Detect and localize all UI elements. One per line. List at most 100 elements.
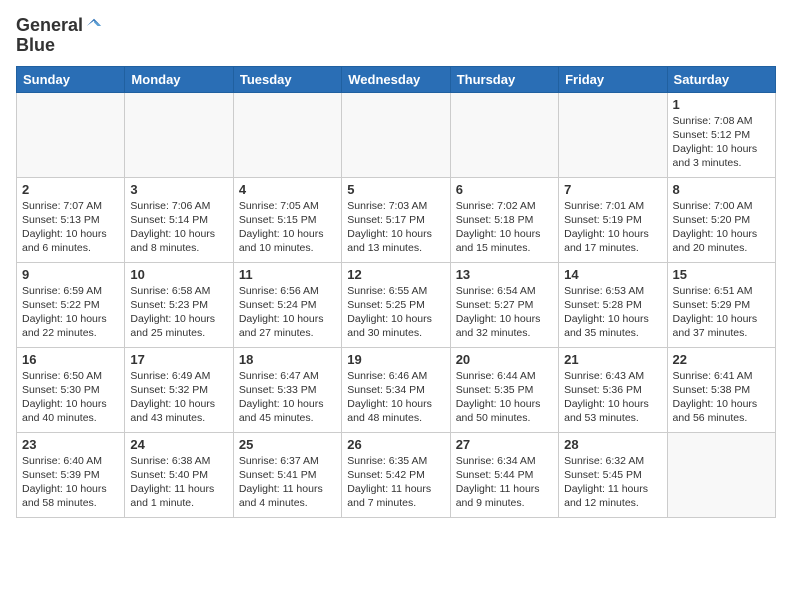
calendar-cell — [233, 92, 341, 177]
day-info: Sunrise: 7:02 AM Sunset: 5:18 PM Dayligh… — [456, 199, 553, 256]
day-info: Sunrise: 6:44 AM Sunset: 5:35 PM Dayligh… — [456, 369, 553, 426]
weekday-header-row: SundayMondayTuesdayWednesdayThursdayFrid… — [17, 66, 776, 92]
day-number: 16 — [22, 352, 119, 367]
calendar-week-4: 16 Sunrise: 6:50 AM Sunset: 5:30 PM Dayli… — [17, 347, 776, 432]
calendar-cell — [342, 92, 450, 177]
calendar-cell — [667, 432, 775, 517]
calendar-cell: 2 Sunrise: 7:07 AM Sunset: 5:13 PM Daylig… — [17, 177, 125, 262]
calendar-cell: 6 Sunrise: 7:02 AM Sunset: 5:18 PM Daylig… — [450, 177, 558, 262]
day-info: Sunrise: 6:43 AM Sunset: 5:36 PM Dayligh… — [564, 369, 661, 426]
calendar-cell — [17, 92, 125, 177]
day-number: 13 — [456, 267, 553, 282]
day-number: 27 — [456, 437, 553, 452]
weekday-header-friday: Friday — [559, 66, 667, 92]
calendar-cell: 3 Sunrise: 7:06 AM Sunset: 5:14 PM Daylig… — [125, 177, 233, 262]
day-number: 19 — [347, 352, 444, 367]
calendar-cell: 13 Sunrise: 6:54 AM Sunset: 5:27 PM Dayli… — [450, 262, 558, 347]
day-number: 18 — [239, 352, 336, 367]
logo-icon — [85, 17, 103, 35]
day-info: Sunrise: 6:47 AM Sunset: 5:33 PM Dayligh… — [239, 369, 336, 426]
day-number: 23 — [22, 437, 119, 452]
weekday-header-saturday: Saturday — [667, 66, 775, 92]
day-info: Sunrise: 6:49 AM Sunset: 5:32 PM Dayligh… — [130, 369, 227, 426]
weekday-header-sunday: Sunday — [17, 66, 125, 92]
calendar-week-1: 1 Sunrise: 7:08 AM Sunset: 5:12 PM Daylig… — [17, 92, 776, 177]
day-number: 2 — [22, 182, 119, 197]
day-number: 21 — [564, 352, 661, 367]
day-number: 24 — [130, 437, 227, 452]
calendar-cell: 19 Sunrise: 6:46 AM Sunset: 5:34 PM Dayli… — [342, 347, 450, 432]
day-info: Sunrise: 6:54 AM Sunset: 5:27 PM Dayligh… — [456, 284, 553, 341]
day-info: Sunrise: 6:34 AM Sunset: 5:44 PM Dayligh… — [456, 454, 553, 511]
calendar-cell: 15 Sunrise: 6:51 AM Sunset: 5:29 PM Dayli… — [667, 262, 775, 347]
day-info: Sunrise: 6:38 AM Sunset: 5:40 PM Dayligh… — [130, 454, 227, 511]
day-info: Sunrise: 6:59 AM Sunset: 5:22 PM Dayligh… — [22, 284, 119, 341]
day-number: 9 — [22, 267, 119, 282]
calendar-cell: 1 Sunrise: 7:08 AM Sunset: 5:12 PM Daylig… — [667, 92, 775, 177]
calendar-cell: 5Sunrise: 7:03 AM Sunset: 5:17 PM Daylig… — [342, 177, 450, 262]
calendar-cell: 7 Sunrise: 7:01 AM Sunset: 5:19 PM Daylig… — [559, 177, 667, 262]
calendar-table: SundayMondayTuesdayWednesdayThursdayFrid… — [16, 66, 776, 518]
calendar-cell: 18 Sunrise: 6:47 AM Sunset: 5:33 PM Dayli… — [233, 347, 341, 432]
calendar-cell: 8 Sunrise: 7:00 AM Sunset: 5:20 PM Daylig… — [667, 177, 775, 262]
calendar-cell: 22 Sunrise: 6:41 AM Sunset: 5:38 PM Dayli… — [667, 347, 775, 432]
logo: General Blue — [16, 16, 103, 56]
day-number: 11 — [239, 267, 336, 282]
day-info: Sunrise: 6:46 AM Sunset: 5:34 PM Dayligh… — [347, 369, 444, 426]
day-info: Sunrise: 6:41 AM Sunset: 5:38 PM Dayligh… — [673, 369, 770, 426]
calendar-cell: 25 Sunrise: 6:37 AM Sunset: 5:41 PM Dayli… — [233, 432, 341, 517]
day-number: 25 — [239, 437, 336, 452]
calendar-cell: 21 Sunrise: 6:43 AM Sunset: 5:36 PM Dayli… — [559, 347, 667, 432]
day-number: 15 — [673, 267, 770, 282]
calendar-week-3: 9 Sunrise: 6:59 AM Sunset: 5:22 PM Daylig… — [17, 262, 776, 347]
day-info: Sunrise: 6:50 AM Sunset: 5:30 PM Dayligh… — [22, 369, 119, 426]
day-info: Sunrise: 6:53 AM Sunset: 5:28 PM Dayligh… — [564, 284, 661, 341]
calendar-cell: 20 Sunrise: 6:44 AM Sunset: 5:35 PM Dayli… — [450, 347, 558, 432]
day-number: 20 — [456, 352, 553, 367]
day-info: Sunrise: 7:01 AM Sunset: 5:19 PM Dayligh… — [564, 199, 661, 256]
calendar-cell: 24 Sunrise: 6:38 AM Sunset: 5:40 PM Dayli… — [125, 432, 233, 517]
calendar-cell: 16 Sunrise: 6:50 AM Sunset: 5:30 PM Dayli… — [17, 347, 125, 432]
logo-blue: Blue — [16, 36, 55, 56]
day-number: 22 — [673, 352, 770, 367]
calendar-cell: 12Sunrise: 6:55 AM Sunset: 5:25 PM Dayli… — [342, 262, 450, 347]
day-number: 5 — [347, 182, 444, 197]
day-number: 28 — [564, 437, 661, 452]
day-info: Sunrise: 6:32 AM Sunset: 5:45 PM Dayligh… — [564, 454, 661, 511]
day-number: 17 — [130, 352, 227, 367]
day-info: Sunrise: 6:51 AM Sunset: 5:29 PM Dayligh… — [673, 284, 770, 341]
day-info: Sunrise: 7:07 AM Sunset: 5:13 PM Dayligh… — [22, 199, 119, 256]
calendar-week-5: 23 Sunrise: 6:40 AM Sunset: 5:39 PM Dayli… — [17, 432, 776, 517]
day-info: Sunrise: 6:40 AM Sunset: 5:39 PM Dayligh… — [22, 454, 119, 511]
calendar-cell: 26 Sunrise: 6:35 AM Sunset: 5:42 PM Dayli… — [342, 432, 450, 517]
calendar-week-2: 2 Sunrise: 7:07 AM Sunset: 5:13 PM Daylig… — [17, 177, 776, 262]
day-number: 1 — [673, 97, 770, 112]
day-number: 4 — [239, 182, 336, 197]
calendar-cell — [125, 92, 233, 177]
day-number: 12 — [347, 267, 444, 282]
calendar-cell: 10 Sunrise: 6:58 AM Sunset: 5:23 PM Dayli… — [125, 262, 233, 347]
day-info: Sunrise: 6:56 AM Sunset: 5:24 PM Dayligh… — [239, 284, 336, 341]
weekday-header-thursday: Thursday — [450, 66, 558, 92]
day-info: Sunrise: 7:06 AM Sunset: 5:14 PM Dayligh… — [130, 199, 227, 256]
day-number: 6 — [456, 182, 553, 197]
day-info: Sunrise: 7:00 AM Sunset: 5:20 PM Dayligh… — [673, 199, 770, 256]
day-number: 26 — [347, 437, 444, 452]
logo-general: General — [16, 16, 83, 36]
day-info: Sunrise: 6:58 AM Sunset: 5:23 PM Dayligh… — [130, 284, 227, 341]
calendar-cell — [450, 92, 558, 177]
day-info: Sunrise: 7:08 AM Sunset: 5:12 PM Dayligh… — [673, 114, 770, 171]
day-info: Sunrise: 7:05 AM Sunset: 5:15 PM Dayligh… — [239, 199, 336, 256]
day-info: Sunrise: 6:37 AM Sunset: 5:41 PM Dayligh… — [239, 454, 336, 511]
calendar-cell: 23 Sunrise: 6:40 AM Sunset: 5:39 PM Dayli… — [17, 432, 125, 517]
day-info: Sunrise: 6:35 AM Sunset: 5:42 PM Dayligh… — [347, 454, 444, 511]
day-number: 3 — [130, 182, 227, 197]
calendar-cell: 11 Sunrise: 6:56 AM Sunset: 5:24 PM Dayli… — [233, 262, 341, 347]
day-number: 14 — [564, 267, 661, 282]
day-number: 7 — [564, 182, 661, 197]
day-number: 8 — [673, 182, 770, 197]
weekday-header-tuesday: Tuesday — [233, 66, 341, 92]
calendar-cell: 17 Sunrise: 6:49 AM Sunset: 5:32 PM Dayli… — [125, 347, 233, 432]
calendar-cell: 27 Sunrise: 6:34 AM Sunset: 5:44 PM Dayli… — [450, 432, 558, 517]
day-number: 10 — [130, 267, 227, 282]
